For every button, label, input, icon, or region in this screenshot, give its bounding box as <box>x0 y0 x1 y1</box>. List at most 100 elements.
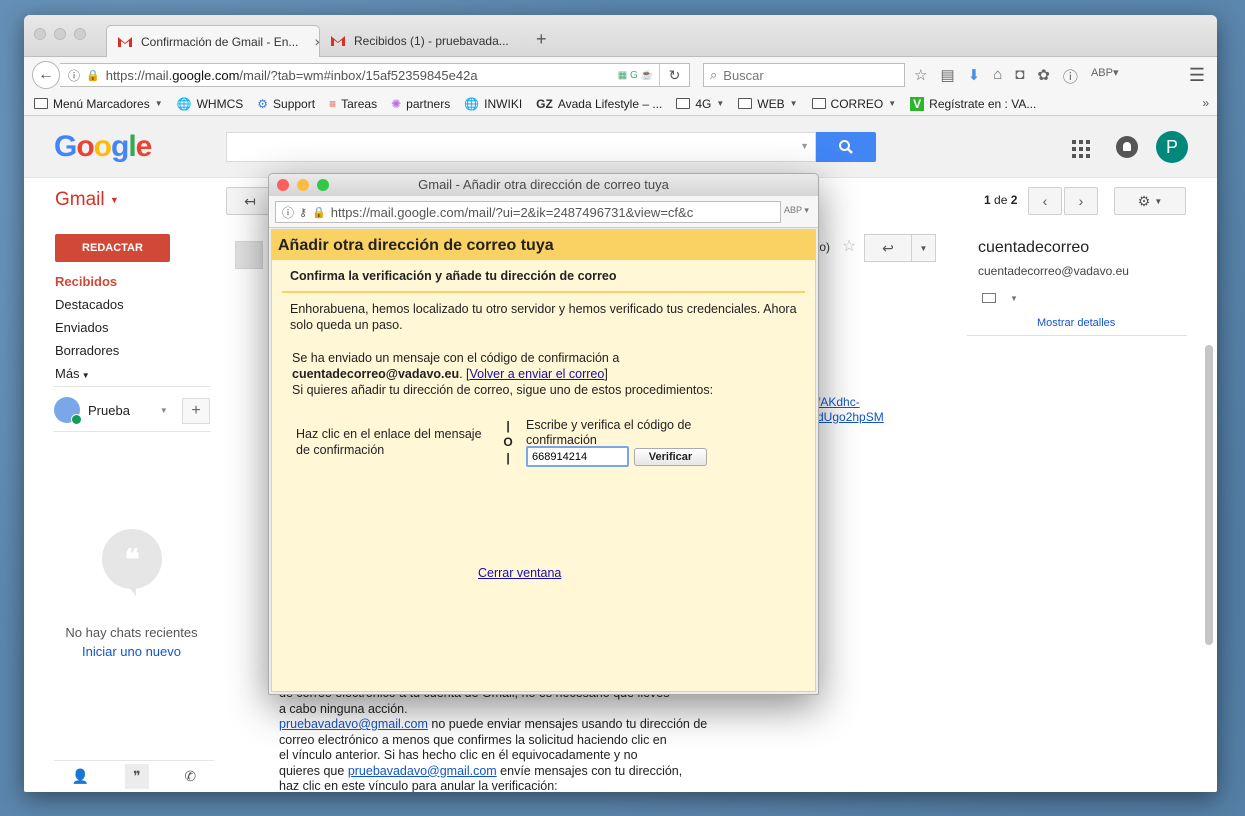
url-bar[interactable]: ⓘ 🔒 https://mail.google.com/mail/?tab=wm… <box>60 63 690 87</box>
star-icon[interactable]: ☆ <box>842 236 856 256</box>
new-chat-button[interactable]: + <box>182 398 210 424</box>
show-details-link[interactable]: Mostrar detalles <box>1037 317 1115 329</box>
reading-list-icon[interactable]: ▤ <box>940 66 954 87</box>
info-icon[interactable]: ⓘ <box>282 204 294 221</box>
minimize-window-button[interactable] <box>54 28 66 40</box>
globe-icon: 🌐 <box>464 96 480 111</box>
tab-recibidos[interactable]: Recibidos (1) - pruebavada... × <box>320 25 526 57</box>
popup-instructions: Se ha enviado un mensaje con el código d… <box>292 351 714 397</box>
hamburger-menu-icon[interactable]: ☰ <box>1189 65 1205 86</box>
folder-enviados[interactable]: Enviados <box>55 320 124 343</box>
folder-recibidos[interactable]: Recibidos <box>55 274 124 297</box>
bookmarks-bar: Menú Marcadores ▼ 🌐 WHMCS ⚙ Support ≡ Tareas… <box>24 92 1217 116</box>
bookmark-support[interactable]: ⚙ Support <box>257 97 315 111</box>
option-enter-code: Escribe y verifica el código de confirma… <box>526 418 692 447</box>
more-bookmarks-icon[interactable]: » <box>1202 96 1209 110</box>
google-header: Google ▼ P <box>24 116 1217 178</box>
next-page-button[interactable]: › <box>1064 187 1098 215</box>
bookmark-inwiki[interactable]: 🌐 INWIKI <box>464 97 522 111</box>
email-link[interactable]: pruebavadavo@gmail.com <box>279 717 428 731</box>
close-window-button[interactable] <box>34 28 46 40</box>
toolbar-icons: ☆ ▤ ⬇ ⌂ ◘ ✿ ⓘ ABP▾ <box>914 66 1118 87</box>
popup-titlebar: Gmail - Añadir otra dirección de correo … <box>269 174 818 196</box>
chat-user-status[interactable]: Prueba ▼ <box>54 397 168 425</box>
extension-icons[interactable]: ▦ G ☕ <box>618 70 653 81</box>
prev-page-button[interactable]: ‹ <box>1028 187 1062 215</box>
back-button[interactable]: ← <box>32 61 60 89</box>
gmail-search-button[interactable] <box>816 132 876 162</box>
pocket-icon[interactable]: ◘ <box>1015 66 1024 87</box>
hangouts-icon: ❝ <box>102 529 162 596</box>
caret-down-icon[interactable]: ▼ <box>160 406 168 415</box>
or-separator: | O | <box>503 419 513 465</box>
bookmark-star-icon[interactable]: ☆ <box>914 66 927 87</box>
hangouts-tab-icon[interactable]: ❞ <box>125 764 149 789</box>
verify-button[interactable]: Verificar <box>634 448 707 466</box>
downloads-icon[interactable]: ⬇ <box>968 66 981 87</box>
caret-down-icon[interactable]: ▼ <box>1010 294 1018 303</box>
popup-url-field[interactable]: ⓘ ⚷ 🔒 https://mail.google.com/mail/?ui=2… <box>275 201 781 223</box>
info-icon[interactable]: ⓘ <box>68 67 80 84</box>
gmail-favicon-icon <box>117 36 133 48</box>
new-tab-button[interactable]: + <box>536 29 547 50</box>
bookmark-web[interactable]: WEB ▼ <box>738 97 798 111</box>
adblock-icon[interactable]: ABP▾ <box>1091 66 1119 87</box>
search-options-icon[interactable]: ▼ <box>800 141 809 151</box>
start-chat-link[interactable]: Iniciar uno nuevo <box>44 644 219 659</box>
notifications-icon[interactable] <box>1116 136 1138 158</box>
body-line: haz clic en este vínculo para anular la … <box>279 779 558 792</box>
compose-button[interactable]: REDACTAR <box>55 234 170 262</box>
popup-url-text: https://mail.google.com/mail/?ui=2&ik=24… <box>330 204 694 220</box>
bookmark-correo[interactable]: CORREO ▼ <box>811 97 896 111</box>
navigation-bar: ← ⓘ 🔒 https://mail.google.com/mail/?tab=… <box>24 57 1217 92</box>
apps-grid-icon[interactable] <box>1072 140 1090 158</box>
sender-avatar <box>235 241 263 269</box>
settings-button[interactable]: ⚙ ▼ <box>1114 187 1186 215</box>
reply-button[interactable]: ↩ <box>864 234 912 262</box>
popup-zoom-button[interactable] <box>317 179 329 191</box>
popup-minimize-button[interactable] <box>297 179 309 191</box>
info-circle-icon[interactable]: ⓘ <box>1063 66 1078 87</box>
back-to-inbox-button[interactable]: ↤ <box>226 187 274 215</box>
home-icon[interactable]: ⌂ <box>993 66 1002 87</box>
zoom-window-button[interactable] <box>74 28 86 40</box>
gmail-search-input[interactable]: ▼ <box>226 132 816 162</box>
gmail-menu[interactable]: Gmail ▼ <box>55 189 119 211</box>
body-line: correo electrónico a menos que confirmes… <box>279 732 667 747</box>
bookmark-4g[interactable]: 4G ▼ <box>676 97 724 111</box>
tab-confirmacion[interactable]: Confirmación de Gmail - En... × <box>106 25 320 57</box>
mail-icon[interactable] <box>982 293 996 303</box>
bookmark-tareas[interactable]: ≡ Tareas <box>329 97 377 111</box>
caret-down-icon: ▼ <box>109 194 119 205</box>
email-link[interactable]: pruebavadavo@gmail.com <box>348 764 497 778</box>
confirmation-link-fragment[interactable]: dUgo2hpSM <box>817 410 884 424</box>
person-icon[interactable]: 👤 <box>72 768 89 785</box>
reload-icon[interactable]: ↻ <box>659 64 689 86</box>
confirmation-link-fragment[interactable]: fAKdhc- <box>817 395 860 409</box>
phone-icon[interactable]: ✆ <box>184 768 196 785</box>
close-window-link[interactable]: Cerrar ventana <box>478 566 561 580</box>
resend-email-link[interactable]: Volver a enviar el correo <box>470 367 605 381</box>
folder-destacados[interactable]: Destacados <box>55 297 124 320</box>
extension-icon[interactable]: ✿ <box>1037 66 1050 87</box>
bookmark-partners[interactable]: ✺ partners <box>391 97 450 111</box>
gmail-favicon-icon <box>330 35 346 47</box>
popup-window-controls <box>277 179 329 191</box>
confirmation-code-input[interactable] <box>526 446 629 467</box>
pagination-text: 1 de 2 <box>984 193 1018 207</box>
popup-close-button[interactable] <box>277 179 289 191</box>
page-scrollbar[interactable] <box>1205 345 1213 645</box>
folder-borradores[interactable]: Borradores <box>55 343 124 366</box>
window-controls <box>34 28 86 40</box>
bookmark-menu-marcadores[interactable]: Menú Marcadores ▼ <box>34 97 163 111</box>
adblock-icon[interactable]: ABP ▾ <box>784 205 809 216</box>
search-bar[interactable]: ⌕ Buscar <box>703 63 905 87</box>
bookmark-registrate[interactable]: V Regístrate en : VA... <box>910 96 1036 111</box>
popup-title: Gmail - Añadir otra dirección de correo … <box>418 177 669 192</box>
account-avatar[interactable]: P <box>1156 131 1188 163</box>
close-tab-icon[interactable]: × <box>525 33 526 49</box>
bookmark-whmcs[interactable]: 🌐 WHMCS <box>177 97 244 111</box>
bookmark-avada[interactable]: GZ Avada Lifestyle – ... <box>536 97 662 111</box>
google-logo[interactable]: Google <box>54 130 152 164</box>
more-actions-button[interactable]: ▼ <box>912 234 936 262</box>
